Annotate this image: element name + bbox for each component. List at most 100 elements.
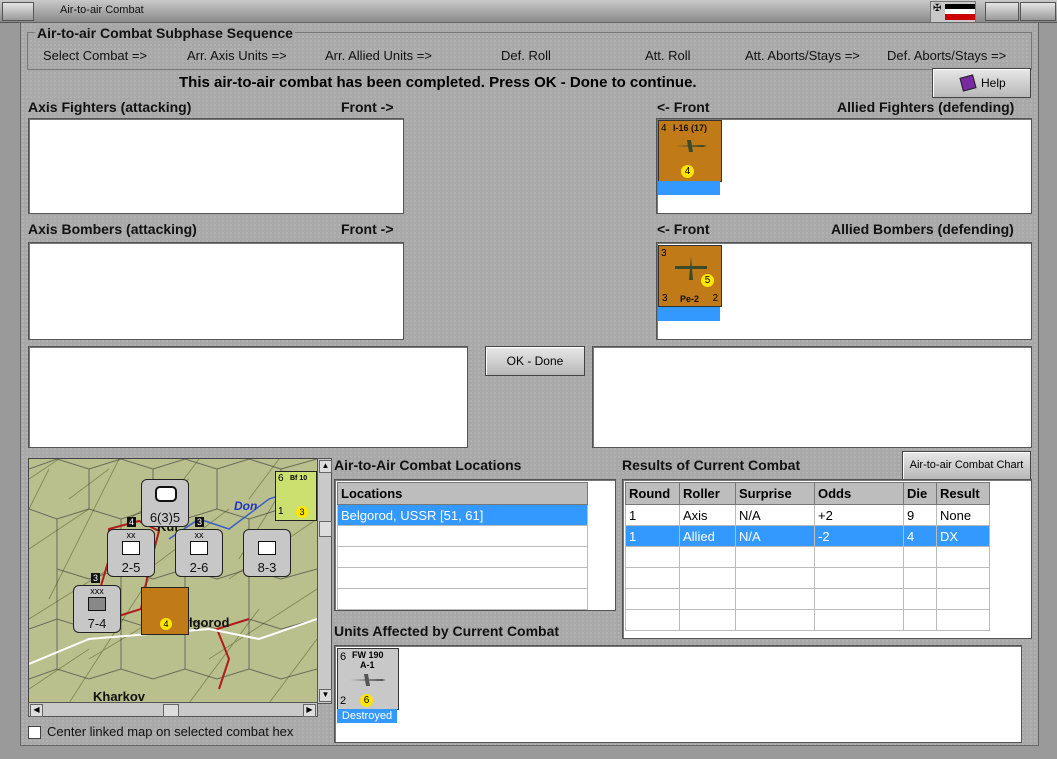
table-row[interactable]: 1 Axis N/A +2 9 None bbox=[625, 504, 990, 526]
affected-units-box: 6 FW 190 A-1 2 6 Destroyed bbox=[334, 645, 1022, 743]
scroll-right-arrow-icon[interactable]: ▶ bbox=[303, 704, 316, 717]
stack-count-3: 3 bbox=[91, 573, 101, 583]
counter-variant: A-1 bbox=[360, 660, 375, 670]
cell-odds: +2 bbox=[814, 504, 904, 526]
col-roller: Roller bbox=[679, 482, 736, 505]
step-def-aborts: Def. Aborts/Stays => bbox=[887, 48, 1007, 63]
german-flag-icon: ✠ bbox=[930, 1, 976, 23]
unit-size: xx bbox=[194, 530, 204, 540]
stack-count-1: 4 bbox=[127, 517, 137, 527]
step-arr-axis: Arr. Axis Units => bbox=[187, 48, 287, 63]
step-att-aborts: Att. Aborts/Stays => bbox=[745, 48, 860, 63]
allied-bombers-box[interactable]: 3 5 3 Pe-2 2 bbox=[656, 242, 1032, 340]
results-title: Results of Current Combat bbox=[622, 457, 801, 473]
center-map-checkbox[interactable] bbox=[28, 726, 41, 739]
hq-symbol-icon bbox=[122, 541, 140, 555]
step-def-roll: Def. Roll bbox=[501, 48, 551, 63]
map-air-counter[interactable]: 4 bbox=[141, 587, 189, 635]
allied-bombers-label: Allied Bombers (defending) bbox=[831, 221, 1014, 237]
window-frame: Air-to-air Combat ✠ Air-to-air Combat Su… bbox=[0, 0, 1057, 759]
pe2-counter[interactable]: 3 5 3 Pe-2 2 bbox=[658, 245, 722, 307]
fw190-counter[interactable]: 6 FW 190 A-1 2 6 bbox=[337, 648, 399, 710]
map-horizontal-scrollbar[interactable]: ◀ ▶ bbox=[28, 702, 318, 717]
step-arr-allied: Arr. Allied Units => bbox=[325, 48, 432, 63]
axis-bombers-front: Front -> bbox=[341, 221, 394, 237]
cell-odds: -2 bbox=[814, 525, 904, 547]
air-counter-range: 4 bbox=[160, 618, 172, 630]
scroll-thumb-h[interactable] bbox=[163, 704, 179, 717]
unit-strength: 6(3)5 bbox=[149, 510, 181, 525]
cell-die: 9 bbox=[903, 504, 937, 526]
map-unit-corps-2[interactable]: xx 2-6 bbox=[175, 529, 223, 577]
scroll-up-arrow-icon[interactable]: ▲ bbox=[319, 460, 332, 473]
status-message: This air-to-air combat has been complete… bbox=[179, 74, 697, 91]
combat-chart-button[interactable]: Air-to-air Combat Chart bbox=[902, 451, 1031, 480]
counter-defense: 3 bbox=[662, 293, 668, 304]
locations-header: Locations bbox=[337, 482, 588, 505]
unit-size: xxx bbox=[90, 586, 104, 596]
cell-result: DX bbox=[936, 525, 990, 547]
i16-counter[interactable]: 4 I-16 (17) 4 bbox=[658, 120, 722, 182]
cell-roller: Axis bbox=[679, 504, 736, 526]
pe2-selection-bar bbox=[658, 307, 720, 321]
unit-strength: 2-5 bbox=[121, 560, 141, 575]
combat-panel: Air-to-air Combat Subphase Sequence Sele… bbox=[20, 22, 1039, 746]
title-bar: Air-to-air Combat ✠ bbox=[0, 0, 1057, 23]
counter-name: FW 190 bbox=[352, 650, 384, 660]
axis-bombers-box[interactable] bbox=[28, 242, 404, 340]
cell-result: None bbox=[936, 504, 990, 526]
unit-strength: 8-3 bbox=[257, 560, 277, 575]
scroll-thumb-v[interactable] bbox=[319, 521, 332, 537]
cell-surprise: N/A bbox=[735, 504, 815, 526]
linked-map[interactable]: Don Kur lgorod Kharkov 6(3)5 xx 2-5 xx 2… bbox=[28, 458, 318, 704]
map-vertical-scrollbar[interactable]: ▲ ▼ bbox=[317, 458, 332, 704]
location-cell: Belgorod, USSR [51, 61] bbox=[337, 504, 588, 526]
help-button[interactable]: Help bbox=[932, 68, 1031, 98]
map-unit-armor[interactable]: 6(3)5 bbox=[141, 479, 189, 527]
minimize-button[interactable] bbox=[985, 2, 1019, 21]
bf-defense: 1 bbox=[278, 506, 284, 517]
belgorod-label: lgorod bbox=[189, 615, 230, 630]
infantry-symbol-icon bbox=[190, 541, 208, 555]
col-result: Result bbox=[936, 482, 990, 505]
table-row[interactable]: 1 Allied N/A -2 4 DX bbox=[625, 525, 990, 547]
allied-bombers-front: <- Front bbox=[657, 221, 710, 237]
axis-fighters-front: Front -> bbox=[341, 99, 394, 115]
armor-symbol-icon bbox=[155, 486, 177, 502]
axis-fighters-label: Axis Fighters (attacking) bbox=[28, 99, 192, 115]
bf-rating: 6 bbox=[278, 473, 284, 484]
map-unit-corps-1[interactable]: xx 2-5 bbox=[107, 529, 155, 577]
counter-bomb: 2 bbox=[712, 293, 718, 304]
close-button[interactable] bbox=[1020, 2, 1056, 21]
counter-name: I-16 (17) bbox=[673, 123, 708, 133]
table-row[interactable]: Belgorod, USSR [51, 61] bbox=[337, 504, 588, 526]
unit-strength: 7-4 bbox=[87, 616, 107, 631]
map-bf-counter[interactable]: 6 Bf 10 1 3 bbox=[275, 471, 317, 521]
locations-table: Locations Belgorod, USSR [51, 61] bbox=[337, 482, 588, 610]
cell-roller: Allied bbox=[679, 525, 736, 547]
step-att-roll: Att. Roll bbox=[645, 48, 691, 63]
help-label: Help bbox=[981, 76, 1006, 90]
cell-die: 4 bbox=[903, 525, 937, 547]
map-unit-army[interactable]: xxx 7-4 bbox=[73, 585, 121, 633]
window-title: Air-to-air Combat bbox=[60, 4, 144, 16]
axis-fighters-box[interactable] bbox=[28, 118, 404, 214]
allied-fighters-box[interactable]: 4 I-16 (17) 4 bbox=[656, 118, 1032, 214]
i16-selection-bar bbox=[658, 181, 720, 195]
unit-strength: 2-6 bbox=[189, 560, 209, 575]
map-unit-infantry[interactable]: 8-3 bbox=[243, 529, 291, 577]
system-menu-button[interactable] bbox=[2, 2, 34, 21]
ok-done-button[interactable]: OK - Done bbox=[485, 346, 585, 376]
col-round: Round bbox=[625, 482, 680, 505]
scroll-down-arrow-icon[interactable]: ▼ bbox=[319, 689, 332, 702]
locations-title: Air-to-Air Combat Locations bbox=[334, 457, 522, 473]
stack-count-2: 3 bbox=[195, 517, 205, 527]
counter-range: 5 bbox=[701, 274, 714, 287]
help-book-icon bbox=[959, 74, 977, 92]
don-river-label: Don bbox=[234, 499, 258, 513]
bf-range: 3 bbox=[296, 506, 308, 518]
scroll-left-arrow-icon[interactable]: ◀ bbox=[30, 704, 43, 717]
bf-name: Bf 10 bbox=[290, 475, 308, 482]
axis-results-box bbox=[28, 346, 468, 448]
col-surprise: Surprise bbox=[735, 482, 815, 505]
